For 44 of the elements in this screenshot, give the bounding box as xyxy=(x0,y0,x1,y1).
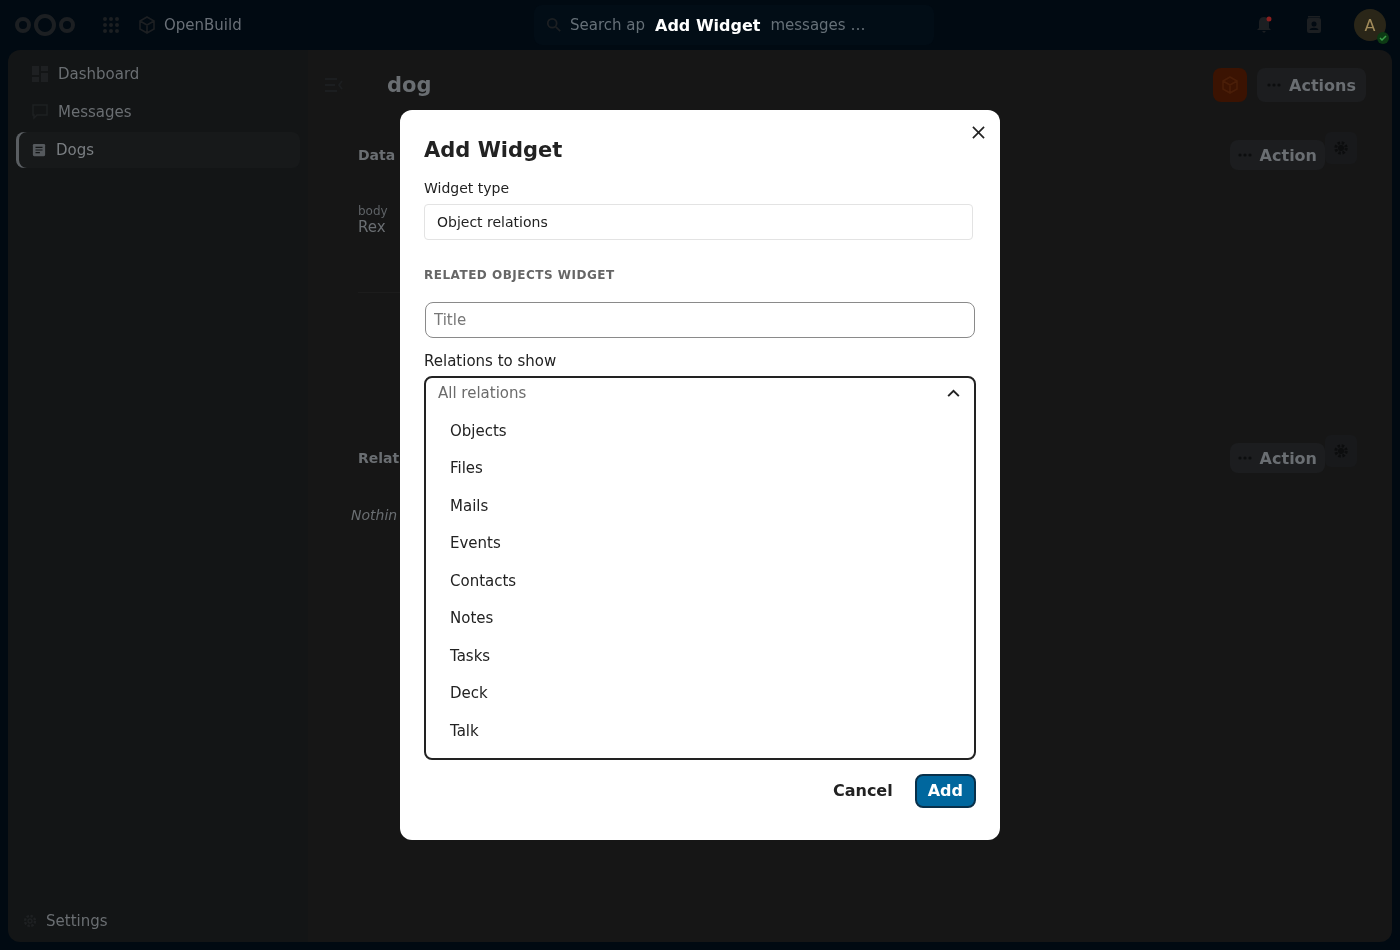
dropdown-option[interactable]: Deck xyxy=(426,674,974,712)
dropdown-option[interactable]: Events xyxy=(426,524,974,562)
field-label: body xyxy=(358,204,388,218)
status-icon xyxy=(1377,32,1389,44)
dropdown-option[interactable]: Tasks xyxy=(426,637,974,675)
search-icon xyxy=(546,17,562,33)
section-heading: RELATED OBJECTS WIDGET xyxy=(424,268,616,282)
search-placeholder: messages … xyxy=(770,16,866,34)
cube-icon xyxy=(138,16,156,34)
relations-select[interactable]: All relations Objects Files Mails Events Contacts Notes Tasks Deck Talk xyxy=(424,376,976,760)
app-link[interactable]: OpenBuild xyxy=(138,16,242,34)
user-avatar[interactable]: A xyxy=(1354,9,1386,41)
dropdown-option[interactable]: Mails xyxy=(426,487,974,525)
contacts-icon[interactable] xyxy=(1304,15,1324,35)
apps-grid-icon[interactable] xyxy=(102,16,120,34)
title-input[interactable]: Title xyxy=(425,302,975,338)
empty-message: Nothin xyxy=(351,507,398,523)
dialog-title: Add Widget xyxy=(424,138,564,162)
sidebar-item[interactable]: Messages xyxy=(16,94,300,130)
dropdown-option[interactable]: Notes xyxy=(426,599,974,637)
page-title: dog xyxy=(387,73,432,97)
document-icon xyxy=(32,143,46,157)
sidebar-item[interactable]: Dashboard xyxy=(16,56,300,92)
select-placeholder: All relations xyxy=(438,384,527,402)
dropdown-option[interactable]: Contacts xyxy=(426,562,974,600)
cube-button[interactable] xyxy=(1213,68,1248,102)
field-label: Relations to show xyxy=(424,352,558,370)
field-label: Widget type xyxy=(424,180,511,196)
dropdown-option[interactable]: Objects xyxy=(426,412,974,450)
field-value: Rex xyxy=(358,218,386,236)
logo-icon[interactable] xyxy=(14,13,76,37)
add-button[interactable]: Add xyxy=(914,773,976,808)
search-field[interactable]: Search ap Add Widget messages … xyxy=(534,5,934,45)
dropdown-option[interactable]: Talk xyxy=(426,712,974,750)
widget-type-field[interactable]: Object relations xyxy=(424,204,973,240)
settings-link[interactable]: Settings xyxy=(8,912,308,930)
close-icon xyxy=(971,125,985,139)
search-placeholder: Search ap xyxy=(570,16,645,34)
section-heading: Data xyxy=(358,147,396,163)
cancel-button[interactable]: Cancel xyxy=(830,773,895,808)
overlay-title: Add Widget xyxy=(655,15,761,35)
section-heading: Relat xyxy=(358,450,400,466)
sidebar-item[interactable]: Dogs xyxy=(16,132,300,168)
dropdown-option[interactable]: Files xyxy=(426,449,974,487)
